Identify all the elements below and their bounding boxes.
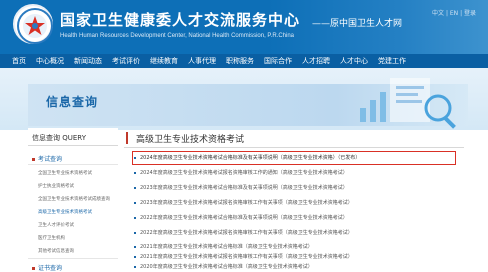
sidebar-item-qualification-exam[interactable]: 全国卫生专业技术资格考试 [38, 170, 118, 176]
bullet-icon [134, 201, 136, 204]
bullet-icon [32, 158, 35, 161]
list-item[interactable]: 2023年度高级卫生专业技术资格考试合格标准及有关事项说明（高级卫生专业技术资格… [134, 183, 454, 193]
nav-item-about[interactable]: 中心概况 [36, 56, 64, 66]
site-header: 国家卫生健康委人才交流服务中心 Health Human Resources D… [0, 0, 488, 54]
site-title: 国家卫生健康委人才交流服务中心 [60, 11, 301, 29]
nav-item-news[interactable]: 新闻动态 [74, 56, 102, 66]
emblem-icon[interactable] [13, 4, 53, 44]
sidebar-section-label: 考试查询 [38, 156, 63, 163]
list-item-text: 2021年度高级卫生专业技术资格考试报名资格审核工作有关事项（高级卫生专业技术资… [140, 254, 353, 260]
bullet-icon [134, 186, 136, 189]
nav-item-education[interactable]: 继续教育 [150, 56, 178, 66]
list-item[interactable]: 2021年度高级卫生专业技术资格考试报名资格审核工作有关事项（高级卫生专业技术资… [134, 252, 454, 262]
list-item-text: 2022年度高级卫生专业技术资格考试合格标准及有关事项说明（高级卫生专业技术资格… [140, 215, 348, 221]
site-title-english: Health Human Resources Development Cente… [60, 33, 294, 39]
banner-title: 信息查询 [46, 95, 99, 109]
sidebar-item-other-query[interactable]: 其他考试信息查询 [38, 248, 118, 254]
site-subtitle: ——原中国卫生人才网 [312, 19, 403, 29]
divider [28, 258, 118, 259]
page-banner: 信息查询 [0, 68, 488, 130]
main-nav: 首页 中心概况 新闻动态 考试评价 继续教育 人事代理 职称服务 国际合作 人才… [0, 54, 488, 68]
list-item-text: 2023年度高级卫生专业技术资格考试合格标准及有关事项说明（高级卫生专业技术资格… [140, 185, 348, 191]
bullet-icon [134, 245, 136, 248]
bullet-icon [134, 265, 136, 268]
list-item[interactable]: 2024年度高级卫生专业技术资格考试合格标准及有关事项说明（高级卫生专业技术资格… [132, 151, 456, 165]
sidebar-section-certificate-query[interactable]: 证书查询 [28, 263, 118, 272]
sidebar-section-label: 证书查询 [38, 265, 63, 272]
sidebar-item-senior-exam[interactable]: 高级卫生专业技术资格考试 [38, 209, 118, 215]
list-item-text: 2020年度高级卫生专业技术资格考试合格标准（高级卫生专业技术资格考试） [140, 264, 313, 270]
list-item[interactable]: 2024年度高级卫生专业技术资格考试报名资格审核工作的通知（高级卫生专业技术资格… [134, 168, 454, 178]
list-item-text: 2024年度高级卫生专业技术资格考试合格标准及有关事项说明（高级卫生专业技术资格… [140, 155, 361, 161]
list-item[interactable]: 2020年度高级卫生专业技术资格考试合格标准（高级卫生专业技术资格考试） [134, 262, 454, 272]
bullet-icon [134, 156, 136, 159]
main-content: 高级卫生专业技术资格考试 2024年度高级卫生专业技术资格考试合格标准及有关事项… [124, 128, 464, 272]
nav-item-party[interactable]: 党建工作 [378, 56, 406, 66]
bullet-icon [134, 216, 136, 219]
sidebar-item-institutions[interactable]: 医疗卫生机构 [38, 235, 118, 241]
sidebar-section-exam-query[interactable]: 考试查询 [28, 154, 118, 163]
list-item[interactable]: 2022年度高级卫生专业技术资格考试合格标准及有关事项说明（高级卫生专业技术资格… [134, 213, 454, 223]
list-item[interactable]: 2021年度高级卫生专业技术资格考试合格标准（高级卫生专业技术资格考试） [134, 242, 454, 252]
title-accent-bar [126, 132, 128, 144]
nav-item-titles[interactable]: 职称服务 [226, 56, 254, 66]
nav-item-recruitment[interactable]: 人才招聘 [302, 56, 330, 66]
bullet-icon [32, 267, 35, 270]
bullet-icon [134, 231, 136, 234]
divider [28, 164, 118, 165]
list-item[interactable]: 2022年度高级卫生专业技术资格考试报名资格审核工作有关事项（高级卫生专业技术资… [134, 228, 454, 238]
sidebar-item-talent-evaluation[interactable]: 卫生人才评价考试 [38, 222, 118, 228]
list-item-text: 2022年度高级卫生专业技术资格考试报名资格审核工作有关事项（高级卫生专业技术资… [140, 230, 353, 236]
list-item-text: 2023年度高级卫生专业技术资格考试报名资格审核工作有关事项（高级卫生专业技术资… [140, 200, 353, 206]
sidebar-item-score-query[interactable]: 全国卫生专业技术资格考试成绩查询 [38, 196, 118, 202]
sidebar-item-nurse-exam[interactable]: 护士执业资格考试 [38, 183, 118, 189]
list-item-text: 2021年度高级卫生专业技术资格考试合格标准（高级卫生专业技术资格考试） [140, 244, 313, 250]
list-header: 高级卫生专业技术资格考试 [124, 128, 464, 148]
banner-decoration [360, 78, 456, 129]
nav-item-international[interactable]: 国际合作 [264, 56, 292, 66]
list-item[interactable]: 2023年度高级卫生专业技术资格考试报名资格审核工作有关事项（高级卫生专业技术资… [134, 198, 454, 208]
sidebar: 信息查询 QUERY 考试查询 全国卫生专业技术资格考试 护士执业资格考试 全国… [28, 128, 118, 272]
bullet-icon [134, 255, 136, 258]
page-title: 高级卫生专业技术资格考试 [136, 135, 245, 145]
bullet-icon [134, 171, 136, 174]
nav-item-talent[interactable]: 人才中心 [340, 56, 368, 66]
list-item-text: 2024年度高级卫生专业技术资格考试报名资格审核工作的通知（高级卫生专业技术资格… [140, 170, 348, 176]
nav-item-exams[interactable]: 考试评价 [112, 56, 140, 66]
nav-item-home[interactable]: 首页 [12, 56, 26, 66]
header-links[interactable]: 中文 | EN | 登录 [432, 8, 476, 17]
nav-item-personnel[interactable]: 人事代理 [188, 56, 216, 66]
sidebar-heading: 信息查询 QUERY [28, 132, 118, 146]
